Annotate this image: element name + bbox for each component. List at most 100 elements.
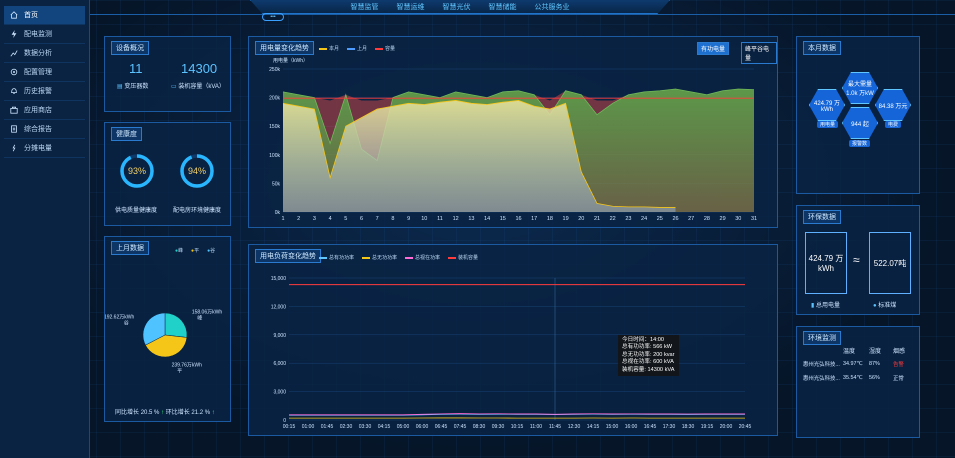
energy-area-chart: 0k50k100k150k200k250k1 2 3 4 5 6 7 8 9 10 11 12 13 14… bbox=[269, 67, 757, 222]
y-tick-label: 100k bbox=[269, 153, 280, 159]
x-tick-label: 20:45 bbox=[739, 424, 752, 430]
energy-label: 用电量 bbox=[817, 121, 839, 128]
bolt-icon bbox=[11, 30, 17, 38]
energy-pie: 158.06万kWh峰239.76万kWh平192.62万kWh谷 bbox=[105, 310, 222, 375]
y-tick-label: 12,000 bbox=[271, 304, 287, 310]
energy-hex: 424.79 万kWh bbox=[809, 89, 845, 121]
collapse-toggle[interactable]: ••• bbox=[262, 13, 284, 21]
y-tick-label: 50k bbox=[272, 181, 281, 187]
x-tick-label: 17 bbox=[531, 216, 537, 222]
x-tick-label: 17:30 bbox=[663, 424, 676, 430]
last-month-panel: 上月数据 ●峰 ●平 ●谷 158.06万kWh 峰 239.76万kWh 平 192.… bbox=[104, 236, 231, 422]
coal-box: 522.07吨 bbox=[869, 232, 911, 294]
sidebar-item-share[interactable]: 分摊电量 bbox=[4, 139, 85, 158]
sidebar-item-label: 首页 bbox=[24, 12, 38, 19]
load-chart-panel: 用电负荷变化趋势 总有功功率 总无功功率 总视在功率 装机容量 0 3,000 6,… bbox=[248, 244, 778, 436]
x-tick-label: 00:15 bbox=[283, 424, 296, 430]
x-tick-label: 05:00 bbox=[397, 424, 410, 430]
sidebar-item-label: 综合报告 bbox=[24, 126, 52, 133]
x-tick-label: 28 bbox=[704, 216, 710, 222]
load-tooltip: 今日时间：14:00 总有功功率: 566 kW 总无功功率: 200 kvar… bbox=[618, 335, 679, 377]
sidebar-item-label: 历史报警 bbox=[24, 88, 52, 95]
tab-yunwei[interactable]: 智慧运维 bbox=[397, 2, 425, 12]
bell-icon bbox=[11, 88, 17, 94]
sidebar-item-analysis[interactable]: 数据分析 bbox=[4, 44, 85, 63]
max-demand-hex: 最大需量 1.0k 万kW bbox=[842, 72, 878, 104]
up-arrow-icon: ↑ bbox=[210, 410, 215, 416]
x-tick-label: 15 bbox=[500, 216, 506, 222]
x-tick-label: 9 bbox=[407, 216, 410, 222]
env-health-label: 配电房环境健康度 bbox=[173, 208, 222, 214]
table-row[interactable]: 惠州光弘科技... 34.97℃ 87% 告警 bbox=[803, 357, 917, 371]
x-tick-label: 21 bbox=[594, 216, 600, 222]
x-tick-label: 20 bbox=[578, 216, 584, 222]
x-tick-label: 06:45 bbox=[435, 424, 448, 430]
env-monitor-panel: 环境监测 温度 湿度 烟感 惠州光弘科技... 34.97℃ 87% 告警 惠州… bbox=[796, 326, 920, 438]
x-tick-label: 11:45 bbox=[549, 424, 561, 430]
alarm-label: 报警数 bbox=[849, 140, 871, 147]
tab-chuneng[interactable]: 智慧储能 bbox=[489, 2, 517, 12]
sidebar-item-report[interactable]: 综合报告 bbox=[4, 120, 85, 139]
sidebar-item-store[interactable]: 应用商店 bbox=[4, 101, 85, 120]
capacity-label: ▭ 装机容量（kVA） bbox=[171, 84, 225, 90]
x-tick-label: 22 bbox=[610, 216, 616, 222]
supply-health-label: 供电质量健康度 bbox=[115, 208, 158, 214]
table-header: 温度 湿度 烟感 bbox=[843, 348, 906, 355]
home-icon bbox=[10, 11, 18, 19]
sidebar-item-alarm[interactable]: 历史报警 bbox=[4, 82, 85, 101]
table-row[interactable]: 惠州光弘科技... 35.54℃ 56% 正常 bbox=[803, 371, 917, 385]
x-tick-label: 01:00 bbox=[302, 424, 315, 430]
sidebar-item-config[interactable]: 配置管理 bbox=[4, 63, 85, 82]
env-health-value: 94% bbox=[187, 166, 206, 176]
x-tick-label: 19 bbox=[563, 216, 569, 222]
x-tick-label: 25 bbox=[657, 216, 663, 222]
growth-row: 同比增长 20.5 % ↑ 环比增长 21.2 % ↑ bbox=[115, 410, 215, 416]
panel-title: 设备概况 bbox=[111, 41, 149, 55]
tab-gonggong[interactable]: 公共服务业 bbox=[535, 2, 570, 12]
this-month-panel: 本月数据 最大需量 1.0k 万kW 424.79 万kWh 84.38 万元 9… bbox=[796, 36, 920, 194]
transformer-count: 11 bbox=[129, 61, 143, 76]
sidebar-item-label: 数据分析 bbox=[24, 50, 52, 57]
tab-guangfu[interactable]: 智慧光伏 bbox=[443, 2, 471, 12]
pie-label: 192.62万kWh bbox=[105, 314, 134, 320]
x-tick-label: 14:15 bbox=[587, 424, 600, 430]
x-tick-label: 10:15 bbox=[511, 424, 524, 430]
x-tick-label: 15:00 bbox=[606, 424, 619, 430]
x-tick-label: 31 bbox=[751, 216, 757, 222]
x-tick-label: 8 bbox=[391, 216, 394, 222]
y-tick-label: 0k bbox=[275, 210, 281, 216]
x-tick-label: 6 bbox=[360, 216, 363, 222]
fee-label: 电费 bbox=[885, 121, 902, 128]
share-icon bbox=[12, 144, 16, 152]
x-tick-label: 26 bbox=[672, 216, 678, 222]
x-tick-label: 11 bbox=[437, 216, 443, 222]
env-data-panel: 环保数据 424.79 万kWh ≈ 522.07吨 ▮ 总用电量 ● 标准煤 bbox=[796, 205, 920, 315]
panel-title: 环保数据 bbox=[803, 210, 841, 224]
x-tick-label: 01:45 bbox=[321, 424, 334, 430]
y-tick-label: 200k bbox=[269, 96, 280, 102]
total-energy-box: 424.79 万kWh bbox=[805, 232, 847, 294]
fee-hex: 84.38 万元 bbox=[875, 89, 911, 121]
sidebar-item-monitor[interactable]: 配电监测 bbox=[4, 25, 85, 44]
sidebar-item-home[interactable]: 首页 bbox=[4, 6, 85, 25]
x-tick-label: 27 bbox=[688, 216, 694, 222]
sidebar: 首页 配电监测 数据分析 配置管理 历史报警 应用商店 综合报告 分摊电量 bbox=[0, 0, 90, 458]
coal-label: ● 标准煤 bbox=[873, 303, 897, 309]
x-tick-label: 19:15 bbox=[701, 424, 714, 430]
y-tick-label: 15,000 bbox=[271, 276, 287, 282]
sidebar-item-label: 应用商店 bbox=[24, 107, 52, 114]
x-tick-label: 13 bbox=[468, 216, 474, 222]
panel-title: 健康度 bbox=[111, 127, 142, 141]
x-tick-label: 2 bbox=[297, 216, 300, 222]
tab-jianguan[interactable]: 智慧监管 bbox=[351, 2, 379, 12]
transformer-label: ▤ 变压器数 bbox=[117, 84, 149, 90]
x-tick-label: 3 bbox=[313, 216, 316, 222]
top-nav: 智慧监管 智慧运维 智慧光伏 智慧储能 公共服务业 bbox=[250, 0, 670, 14]
y-tick-label: 250k bbox=[269, 67, 280, 73]
x-tick-label: 30 bbox=[735, 216, 741, 222]
load-line-chart: 03,0006,0009,00012,00015,00000:15 01:00 01… bbox=[271, 276, 752, 430]
x-tick-label: 08:30 bbox=[473, 424, 486, 430]
x-tick-label: 18:30 bbox=[682, 424, 695, 430]
x-tick-label: 16:00 bbox=[625, 424, 638, 430]
x-tick-label: 12 bbox=[453, 216, 459, 222]
